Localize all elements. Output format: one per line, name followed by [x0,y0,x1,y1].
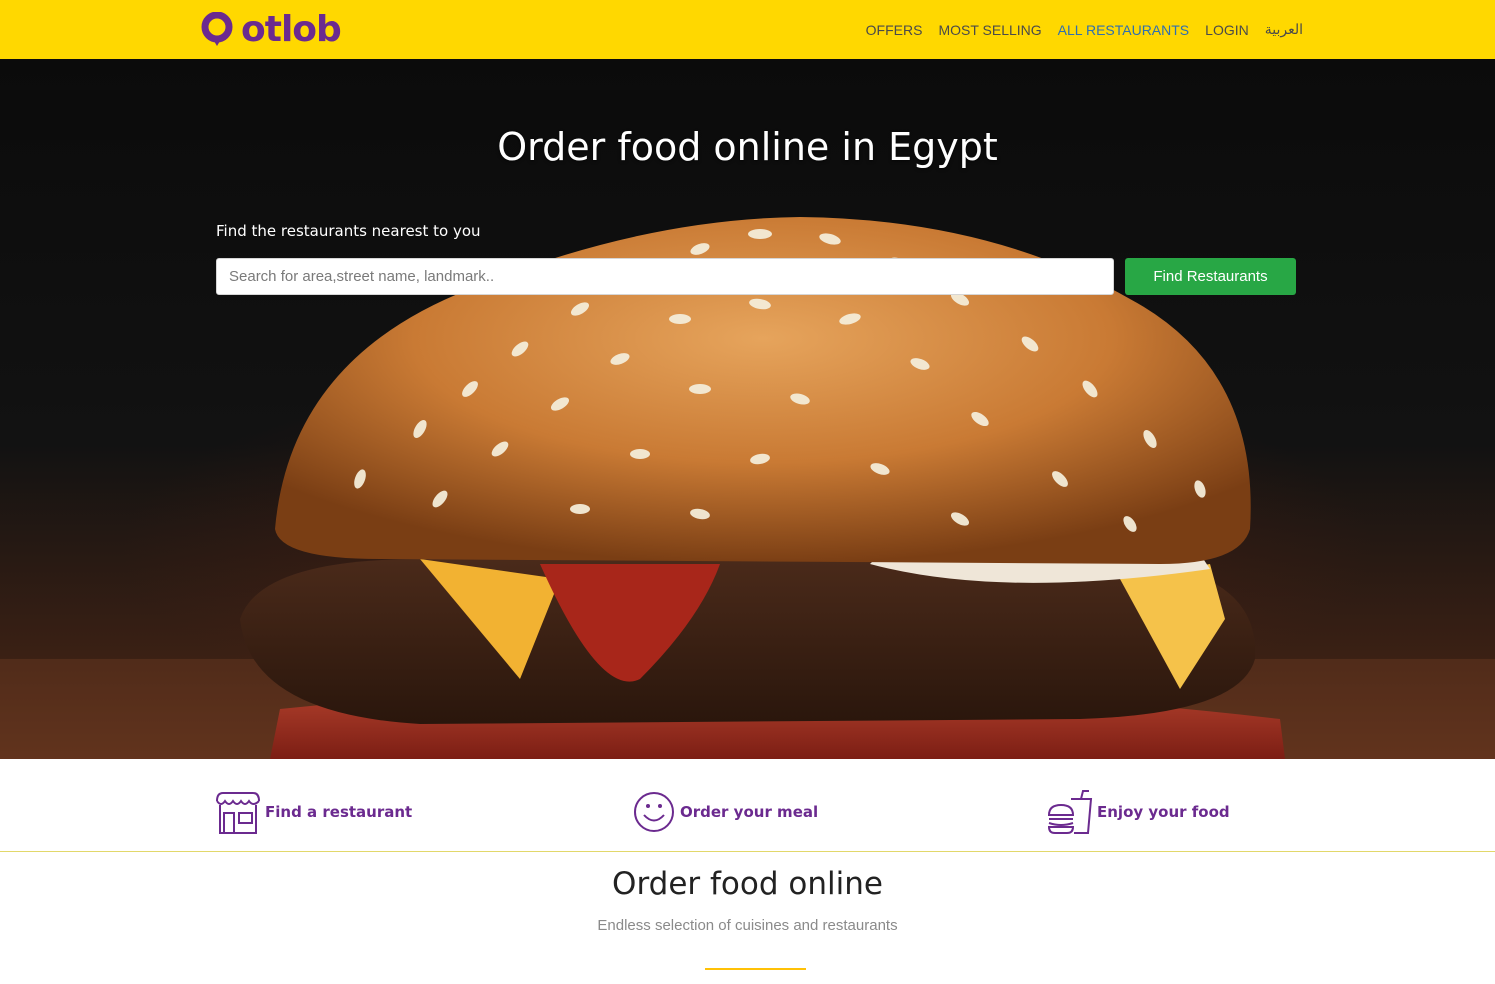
step-label: Order your meal [680,803,819,821]
section-title: Order food online [612,866,883,902]
step-label: Find a restaurant [265,803,413,821]
section-subtitle: Endless selection of cuisines and restau… [597,917,898,934]
nav-most-selling[interactable]: MOST SELLING [938,22,1041,38]
main-nav: OFFERS MOST SELLING ALL RESTAURANTS LOGI… [866,0,1303,59]
nav-all-restaurants[interactable]: ALL RESTAURANTS [1058,22,1189,38]
step-find-restaurant: Find a restaurant [215,789,412,835]
smiley-icon [634,792,674,832]
otlob-logo[interactable]: otlob [201,9,342,50]
nav-login[interactable]: LOGIN [1205,22,1249,38]
hero-title: Order food online in Egypt [497,125,998,169]
otlob-logo-icon [201,12,233,46]
nav-offers[interactable]: OFFERS [866,22,923,38]
logo-wordmark: otlob [241,9,342,50]
top-navbar: otlob OFFERS MOST SELLING ALL RESTAURANT… [0,0,1495,59]
storefront-icon [216,792,260,834]
how-it-works: Find a restaurant Order your meal Enjoy … [0,759,1495,852]
step-label: Enjoy your food [1097,803,1230,821]
burger-drink-icon [1047,790,1093,834]
find-restaurants-button[interactable]: Find Restaurants [1125,258,1296,295]
location-search-input[interactable] [216,258,1114,295]
step-enjoy-food: Enjoy your food [1047,789,1230,835]
step-order-meal: Order your meal [632,789,818,835]
search-label: Find the restaurants nearest to you [216,222,481,240]
nav-language-arabic[interactable]: العربية [1265,21,1303,38]
section-divider [705,968,806,970]
hero-banner: Order food online in Egypt Find the rest… [0,59,1495,759]
